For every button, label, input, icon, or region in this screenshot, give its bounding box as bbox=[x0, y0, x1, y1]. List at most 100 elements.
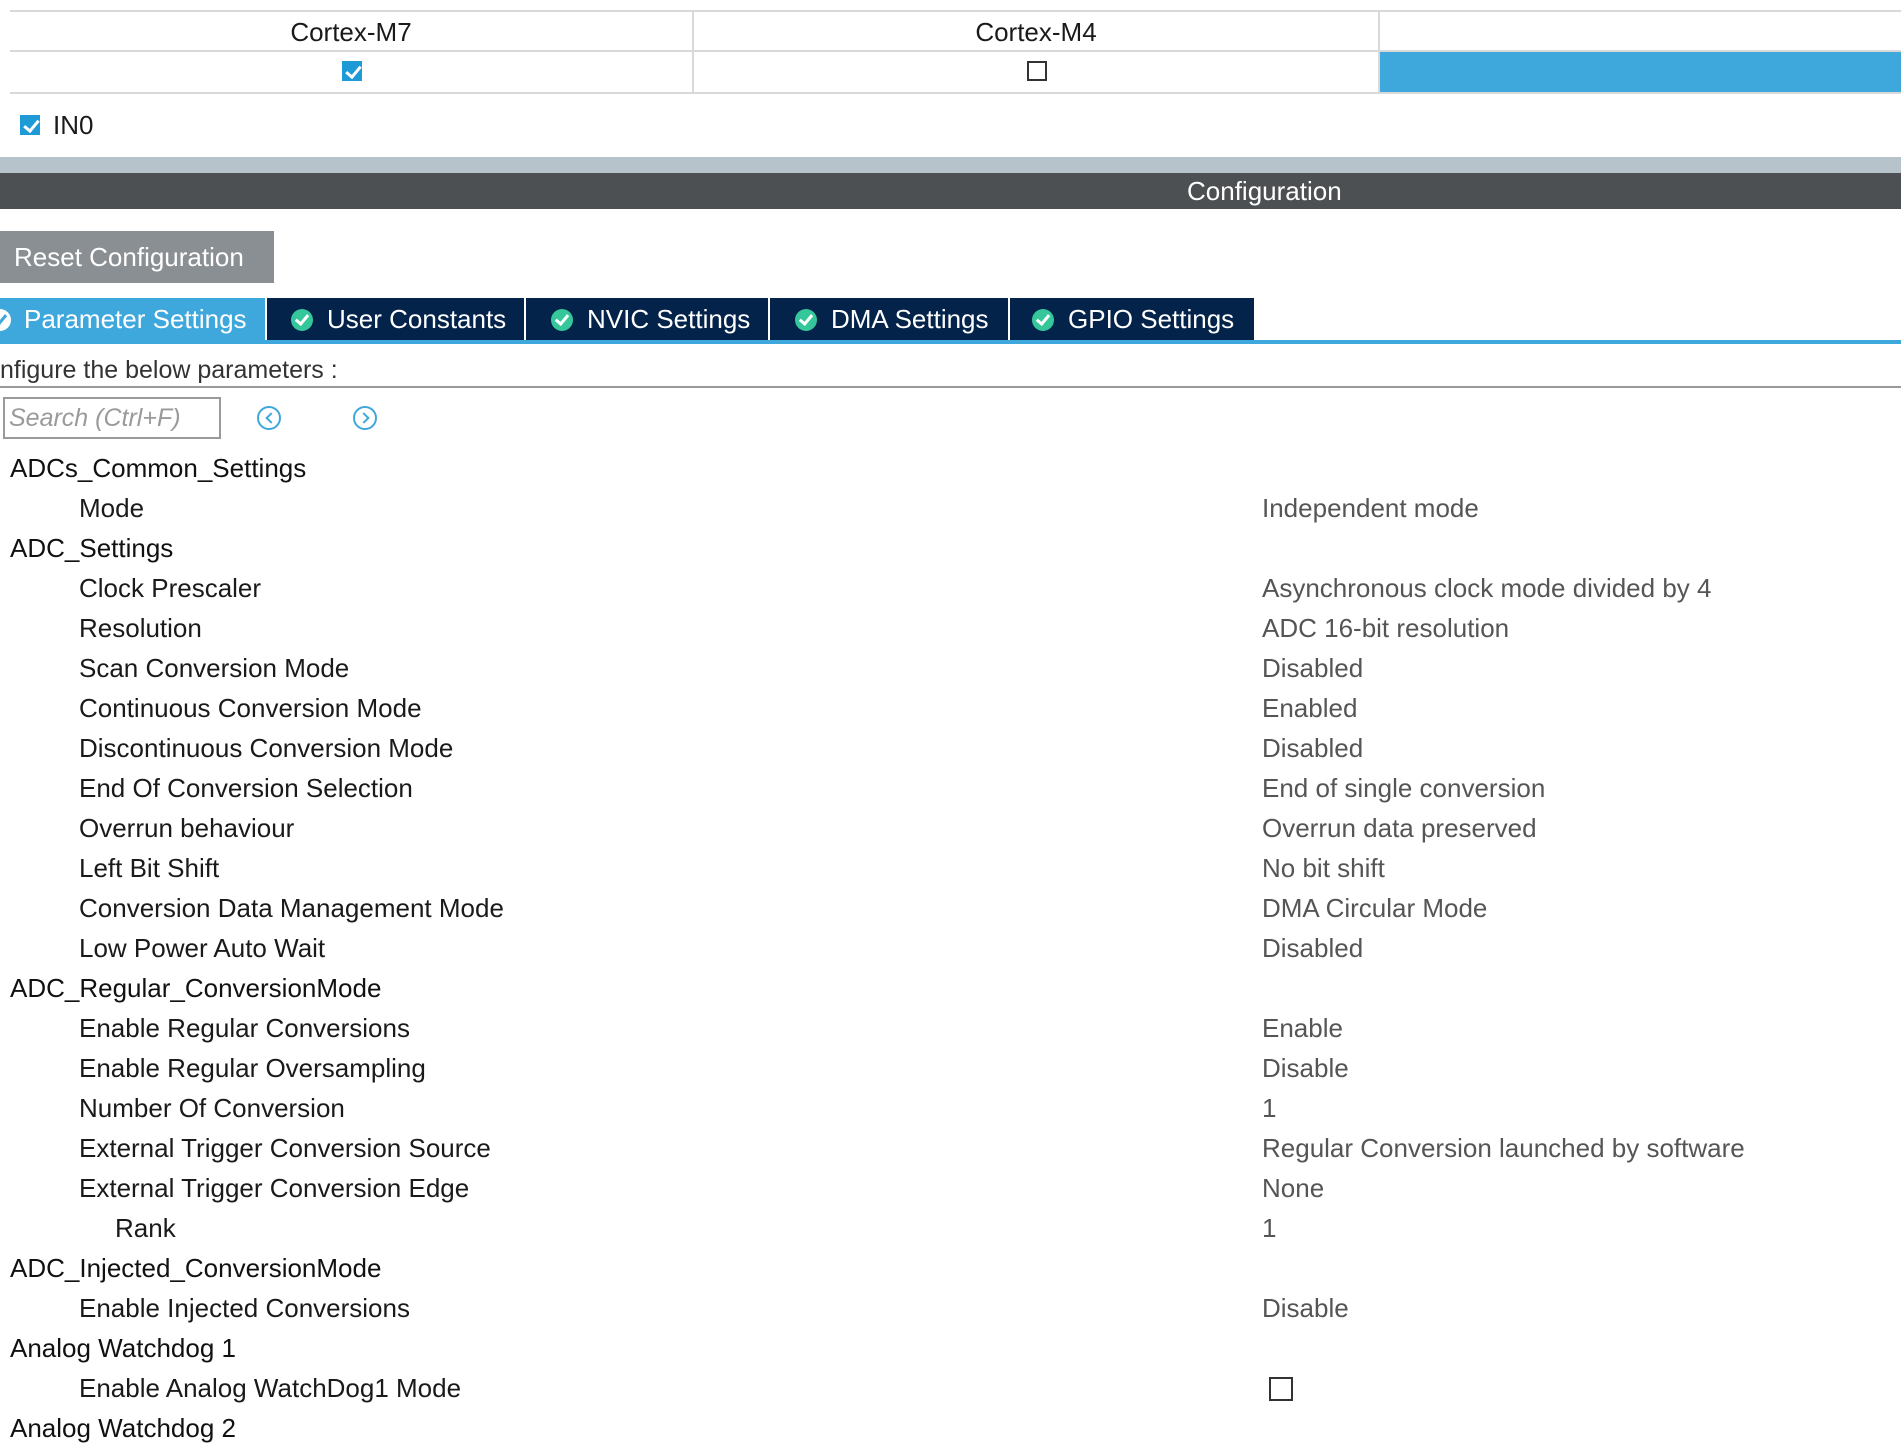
analog-watchdog1-checkbox[interactable] bbox=[1269, 1377, 1293, 1401]
cortex-m4-cell bbox=[694, 52, 1380, 94]
param-label: Resolution bbox=[79, 613, 202, 643]
param-row-enable-regular-conversions[interactable]: Enable Regular Conversions Enable bbox=[0, 1008, 1901, 1048]
divider bbox=[0, 386, 1901, 388]
param-row-number-of-conversion[interactable]: Number Of Conversion 1 bbox=[0, 1088, 1901, 1128]
group-adc-settings[interactable]: ADC_Settings bbox=[0, 528, 1901, 568]
param-value[interactable]: Regular Conversion launched by software bbox=[1262, 1128, 1745, 1168]
group-label: ADC_Regular_ConversionMode bbox=[10, 973, 382, 1003]
param-label: Rank bbox=[115, 1213, 176, 1243]
next-arrow-icon[interactable] bbox=[353, 406, 377, 430]
param-label: Low Power Auto Wait bbox=[79, 933, 326, 963]
column-header-cortex-m4: Cortex-M4 bbox=[694, 12, 1380, 52]
param-row-overrun-behaviour[interactable]: Overrun behaviour Overrun data preserved bbox=[0, 808, 1901, 848]
param-label: Continuous Conversion Mode bbox=[79, 693, 422, 723]
param-row-enable-injected-conversions[interactable]: Enable Injected Conversions Disable bbox=[0, 1288, 1901, 1328]
param-label: External Trigger Conversion Edge bbox=[79, 1173, 470, 1203]
param-value[interactable]: ADC 16-bit resolution bbox=[1262, 608, 1509, 648]
param-row-enable-analog-watchdog1-mode[interactable]: Enable Analog WatchDog1 Mode bbox=[0, 1368, 1901, 1408]
param-value[interactable]: No bit shift bbox=[1262, 848, 1385, 888]
param-value[interactable]: None bbox=[1262, 1168, 1324, 1208]
param-value[interactable]: Disabled bbox=[1262, 728, 1363, 768]
tab-label: Parameter Settings bbox=[24, 304, 247, 334]
param-row-rank[interactable]: Rank 1 bbox=[0, 1208, 1901, 1248]
param-row-low-power-auto-wait[interactable]: Low Power Auto Wait Disabled bbox=[0, 928, 1901, 968]
param-value[interactable]: Disabled bbox=[1262, 648, 1363, 688]
reset-configuration-button[interactable]: Reset Configuration bbox=[0, 231, 274, 283]
param-label: Enable Analog WatchDog1 Mode bbox=[79, 1373, 462, 1403]
section-separator bbox=[0, 157, 1901, 173]
param-value[interactable]: Enable bbox=[1262, 1008, 1343, 1048]
param-row-scan-conversion-mode[interactable]: Scan Conversion Mode Disabled bbox=[0, 648, 1901, 688]
param-label: Mode bbox=[79, 493, 145, 523]
check-circle-icon bbox=[551, 309, 573, 331]
check-circle-icon bbox=[291, 309, 313, 331]
param-label: Enable Regular Oversampling bbox=[79, 1053, 426, 1083]
in0-checkbox[interactable] bbox=[20, 115, 40, 135]
param-value[interactable]: Independent mode bbox=[1262, 488, 1479, 528]
param-label: Conversion Data Management Mode bbox=[79, 893, 504, 923]
group-adc-regular-conversion-mode[interactable]: ADC_Regular_ConversionMode bbox=[0, 968, 1901, 1008]
tab-underline bbox=[0, 340, 1901, 344]
tab-dma-settings[interactable]: DMA Settings bbox=[770, 298, 1008, 340]
param-value[interactable]: DMA Circular Mode bbox=[1262, 888, 1487, 928]
group-label: ADC_Injected_ConversionMode bbox=[10, 1253, 382, 1283]
param-value[interactable]: Disabled bbox=[1262, 928, 1363, 968]
param-row-enable-regular-oversampling[interactable]: Enable Regular Oversampling Disable bbox=[0, 1048, 1901, 1088]
group-label: ADC_Settings bbox=[10, 533, 174, 563]
param-label: Clock Prescaler bbox=[79, 573, 262, 603]
param-row-mode[interactable]: Mode Independent mode bbox=[0, 488, 1901, 528]
in0-label: IN0 bbox=[53, 110, 94, 140]
param-value[interactable]: Disable bbox=[1262, 1048, 1349, 1088]
param-row-end-of-conversion-selection[interactable]: End Of Conversion Selection End of singl… bbox=[0, 768, 1901, 808]
param-label: Left Bit Shift bbox=[79, 853, 220, 883]
param-row-continuous-conversion-mode[interactable]: Continuous Conversion Mode Enabled bbox=[0, 688, 1901, 728]
param-value[interactable]: Enabled bbox=[1262, 688, 1357, 728]
configuration-title: Configuration bbox=[1187, 176, 1342, 206]
param-value[interactable]: 1 bbox=[1262, 1088, 1276, 1128]
column-header-cortex-m7: Cortex-M7 bbox=[10, 12, 694, 52]
param-value[interactable]: Overrun data preserved bbox=[1262, 808, 1537, 848]
group-adc-injected-conversion-mode[interactable]: ADC_Injected_ConversionMode bbox=[0, 1248, 1901, 1288]
search-input[interactable] bbox=[3, 397, 221, 439]
param-value[interactable]: 1 bbox=[1262, 1208, 1276, 1248]
configuration-header: Configuration bbox=[0, 173, 1901, 209]
check-circle-icon bbox=[795, 309, 817, 331]
param-label: End Of Conversion Selection bbox=[79, 773, 413, 803]
param-row-clock-prescaler[interactable]: Clock Prescaler Asynchronous clock mode … bbox=[0, 568, 1901, 608]
param-row-discontinuous-conversion-mode[interactable]: Discontinuous Conversion Mode Disabled bbox=[0, 728, 1901, 768]
column-header-empty bbox=[1380, 12, 1901, 52]
tab-label: User Constants bbox=[327, 304, 507, 334]
param-label: Overrun behaviour bbox=[79, 813, 295, 843]
tab-nvic-settings[interactable]: NVIC Settings bbox=[526, 298, 768, 340]
tab-user-constants[interactable]: User Constants bbox=[267, 298, 524, 340]
param-value[interactable]: Disable bbox=[1262, 1288, 1349, 1328]
tab-parameter-settings[interactable]: Parameter Settings bbox=[0, 298, 265, 340]
group-label: Analog Watchdog 1 bbox=[10, 1333, 236, 1363]
cortex-m7-cell bbox=[10, 52, 694, 94]
check-circle-icon bbox=[1032, 309, 1054, 331]
cortex-m7-checkbox[interactable] bbox=[342, 61, 362, 81]
param-row-conversion-data-management-mode[interactable]: Conversion Data Management Mode DMA Circ… bbox=[0, 888, 1901, 928]
tab-gpio-settings[interactable]: GPIO Settings bbox=[1010, 298, 1254, 340]
param-row-left-bit-shift[interactable]: Left Bit Shift No bit shift bbox=[0, 848, 1901, 888]
group-analog-watchdog-1[interactable]: Analog Watchdog 1 bbox=[0, 1328, 1901, 1368]
param-label: Scan Conversion Mode bbox=[79, 653, 350, 683]
group-label: ADCs_Common_Settings bbox=[10, 453, 307, 483]
param-value[interactable]: Asynchronous clock mode divided by 4 bbox=[1262, 568, 1711, 608]
param-row-resolution[interactable]: Resolution ADC 16-bit resolution bbox=[0, 608, 1901, 648]
cortex-m4-checkbox[interactable] bbox=[1027, 61, 1047, 81]
param-value[interactable]: End of single conversion bbox=[1262, 768, 1545, 808]
previous-arrow-icon[interactable] bbox=[257, 406, 281, 430]
group-adcs-common-settings[interactable]: ADCs_Common_Settings bbox=[0, 448, 1901, 488]
param-row-external-trigger-conversion-edge[interactable]: External Trigger Conversion Edge None bbox=[0, 1168, 1901, 1208]
tab-label: NVIC Settings bbox=[587, 304, 751, 334]
param-label: External Trigger Conversion Source bbox=[79, 1133, 491, 1163]
instructions-text: nfigure the below parameters : bbox=[0, 356, 338, 384]
group-label: Analog Watchdog 2 bbox=[10, 1413, 236, 1443]
param-row-external-trigger-conversion-source[interactable]: External Trigger Conversion Source Regul… bbox=[0, 1128, 1901, 1168]
runtime-contexts-table: Cortex-M7 Cortex-M4 bbox=[10, 10, 1901, 94]
selected-row-highlight[interactable] bbox=[1380, 52, 1901, 94]
group-analog-watchdog-2[interactable]: Analog Watchdog 2 bbox=[0, 1408, 1901, 1448]
tab-label: DMA Settings bbox=[831, 304, 989, 334]
param-label: Enable Injected Conversions bbox=[79, 1293, 410, 1323]
